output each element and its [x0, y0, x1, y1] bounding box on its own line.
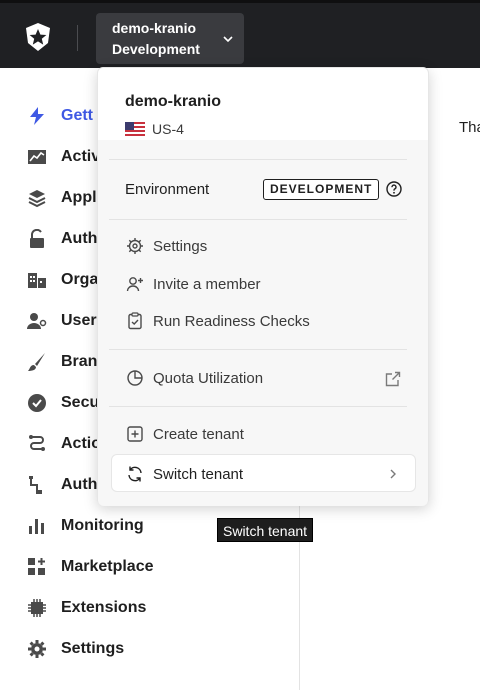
region-label: US-4	[152, 121, 184, 137]
tenant-region: US-4	[125, 121, 184, 137]
sidebar-item-label: Monitoring	[61, 517, 144, 534]
menu-item-label: Run Readiness Checks	[153, 312, 310, 330]
buildings-icon	[26, 269, 48, 291]
sidebar-item-actions[interactable]: Actio	[26, 432, 101, 456]
sidebar-item-label: Marketplace	[61, 558, 154, 575]
sidebar-item-activity[interactable]: Activ	[26, 145, 100, 169]
sidebar-item-marketplace[interactable]: Marketplace	[26, 555, 154, 579]
sidebar-item-applications[interactable]: Appl	[26, 186, 97, 210]
sidebar-item-label: Extensions	[61, 599, 147, 616]
menu-item-invite-member[interactable]: Invite a member	[125, 273, 261, 295]
sidebar-item-label: Bran	[61, 353, 98, 370]
auth-pipeline-icon	[26, 474, 48, 496]
grid-plus-icon	[26, 556, 48, 578]
sidebar-item-label: Actio	[61, 435, 101, 452]
dropdown-header: demo-kranio US-4	[98, 68, 428, 140]
tooltip: Switch tenant	[217, 518, 314, 542]
unlock-icon	[26, 228, 48, 250]
divider	[109, 406, 407, 407]
sidebar-item-security[interactable]: Secu	[26, 391, 99, 415]
refresh-icon	[125, 464, 145, 484]
sidebar-item-users[interactable]: User	[26, 309, 97, 333]
sidebar-item-label: User	[61, 312, 97, 329]
menu-item-label: Settings	[153, 237, 208, 255]
sidebar-item-branding[interactable]: Bran	[26, 350, 97, 374]
sidebar-item-label: Orga	[61, 271, 99, 288]
menu-item-quota-utilization[interactable]: Quota Utilization	[125, 367, 263, 389]
menu-item-run-readiness-checks[interactable]: Run Readiness Checks	[125, 310, 310, 332]
menu-item-label: Switch tenant	[153, 465, 244, 483]
tenant-dropdown-menu: demo-kranio US-4 Environment DEVELOPMENT…	[97, 67, 429, 506]
gear-icon	[26, 638, 48, 660]
menu-item-switch-tenant[interactable]: Switch tenant	[111, 454, 416, 492]
user-plus-icon	[125, 274, 145, 294]
menu-item-settings[interactable]: Settings	[125, 235, 207, 257]
top-bar: demo-kranio Development	[0, 0, 480, 68]
sidebar-item-label: Auth	[61, 476, 98, 493]
sidebar-item-auth-pipeline[interactable]: Auth	[26, 473, 97, 497]
main-content-text: Tha	[459, 119, 480, 136]
sidebar-item-label: Appl	[61, 189, 97, 206]
shield-icon	[26, 392, 48, 414]
sidebar-item-label: Gett	[61, 107, 93, 124]
brush-icon	[26, 351, 48, 373]
sidebar-item-label: Activ	[61, 148, 101, 165]
users-icon	[26, 310, 48, 332]
us-flag-icon	[125, 122, 145, 136]
divider	[109, 159, 407, 160]
gear-icon	[125, 236, 145, 256]
lightning-icon	[26, 105, 48, 127]
sidebar-item-organizations[interactable]: Orga	[26, 268, 98, 292]
auth0-logo-icon[interactable]	[22, 21, 54, 53]
sidebar-item-authentication[interactable]: Auth	[26, 227, 97, 251]
menu-item-label: Quota Utilization	[153, 369, 264, 387]
plus-square-icon	[125, 424, 145, 444]
layers-icon	[26, 187, 48, 209]
external-link-icon[interactable]	[384, 370, 402, 388]
topbar-divider	[77, 25, 78, 51]
tenant-switcher-button[interactable]: demo-kranio Development	[96, 13, 244, 64]
menu-item-label: Invite a member	[153, 275, 261, 293]
sidebar-item-label: Secu	[61, 394, 100, 411]
dropdown-tenant-name: demo-kranio	[125, 93, 222, 110]
menu-item-create-tenant[interactable]: Create tenant	[125, 423, 244, 445]
sidebar-item-settings[interactable]: Settings	[26, 637, 124, 661]
bar-chart-icon	[26, 515, 48, 537]
clipboard-check-icon	[125, 311, 145, 331]
divider	[109, 219, 407, 220]
help-circle-icon[interactable]	[386, 181, 402, 197]
pie-chart-icon	[125, 368, 145, 388]
sidebar-item-extensions[interactable]: Extensions	[26, 596, 146, 620]
actions-flow-icon	[26, 433, 48, 455]
tenant-environment: Development	[112, 41, 200, 57]
chevron-down-icon	[223, 36, 233, 43]
menu-item-label: Create tenant	[153, 425, 244, 443]
tenant-name: demo-kranio	[112, 20, 197, 36]
chevron-right-icon	[390, 469, 396, 479]
activity-chart-icon	[26, 146, 48, 168]
sidebar-item-label: Auth	[61, 230, 98, 247]
environment-badge: DEVELOPMENT	[263, 179, 380, 200]
switch-tenant-content: Switch tenant	[125, 463, 243, 485]
sidebar-item-monitoring[interactable]: Monitoring	[26, 514, 144, 538]
chip-icon	[26, 597, 48, 619]
divider	[109, 349, 407, 350]
environment-label: Environment	[125, 181, 210, 198]
sidebar-item-getting-started[interactable]: Gett	[26, 104, 93, 128]
sidebar-item-label: Settings	[61, 640, 125, 657]
